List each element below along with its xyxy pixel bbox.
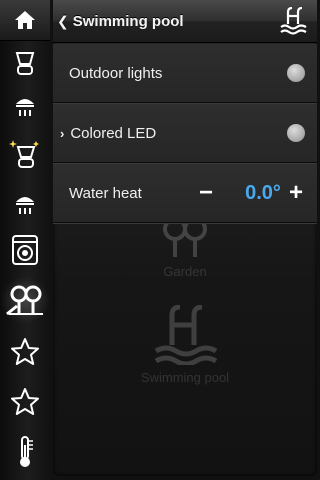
home-button[interactable] — [0, 0, 50, 41]
sidebar-item-washing-machine[interactable] — [0, 226, 50, 274]
page-title: Swimming pool — [72, 12, 184, 30]
sidebar-item-sparkle-lamp[interactable] — [0, 130, 50, 178]
water-heat-value: 0.0° — [245, 181, 281, 204]
star-icon — [11, 388, 39, 415]
background-garden-label: Garden — [163, 264, 207, 279]
water-heat-label: Water heat — [69, 184, 142, 202]
colored-led-toggle[interactable] — [287, 124, 305, 142]
home-icon — [15, 11, 35, 29]
row-colored-led[interactable]: › Colored LED — [53, 104, 317, 163]
washing-machine-icon — [12, 235, 38, 265]
sidebar-item-favorite-1[interactable] — [0, 328, 50, 376]
back-button[interactable]: ❮ Swimming pool — [57, 8, 184, 34]
star-icon — [11, 338, 39, 365]
decrease-temperature-button[interactable]: − — [199, 181, 213, 205]
main-panel: Garden Swimming pool ❮ Swimming pool Out… — [53, 0, 317, 476]
sidebar-item-garden[interactable] — [0, 276, 50, 324]
background-pool-label: Swimming pool — [140, 370, 230, 385]
ceiling-lamp-icon — [15, 52, 35, 75]
spot-light-icon — [16, 99, 34, 116]
spot-light-icon — [16, 197, 34, 214]
sidebar-item-favorite-2[interactable] — [0, 378, 50, 426]
chevron-left-icon: ❮ — [57, 12, 69, 29]
row-outdoor-lights[interactable]: Outdoor lights — [53, 44, 317, 103]
increase-temperature-button[interactable]: + — [289, 181, 303, 205]
colored-led-label-wrap: › Colored LED — [60, 125, 156, 142]
chevron-right-icon: › — [60, 125, 65, 141]
sidebar — [0, 0, 50, 480]
swimming-pool-icon — [154, 304, 218, 367]
background-pool-item: Swimming pool — [53, 304, 317, 385]
title-bar: ❮ Swimming pool — [53, 0, 317, 43]
thermometer-icon — [20, 436, 33, 467]
garden-icon — [6, 285, 43, 316]
background-garden-item: Garden — [53, 215, 317, 279]
row-water-heat: Water heat − 0.0° + — [53, 164, 317, 223]
sidebar-item-ceiling-lamp[interactable] — [0, 40, 50, 88]
outdoor-lights-toggle[interactable] — [287, 64, 305, 82]
colored-led-label: Colored LED — [70, 124, 157, 142]
sidebar-item-thermometer[interactable] — [0, 428, 50, 476]
sidebar-item-spot-light-2[interactable] — [0, 182, 50, 230]
swimming-pool-icon — [280, 7, 307, 35]
outdoor-lights-label: Outdoor lights — [69, 64, 163, 82]
sparkle-lamp-icon — [9, 140, 39, 168]
sidebar-item-spot-light[interactable] — [0, 84, 50, 132]
